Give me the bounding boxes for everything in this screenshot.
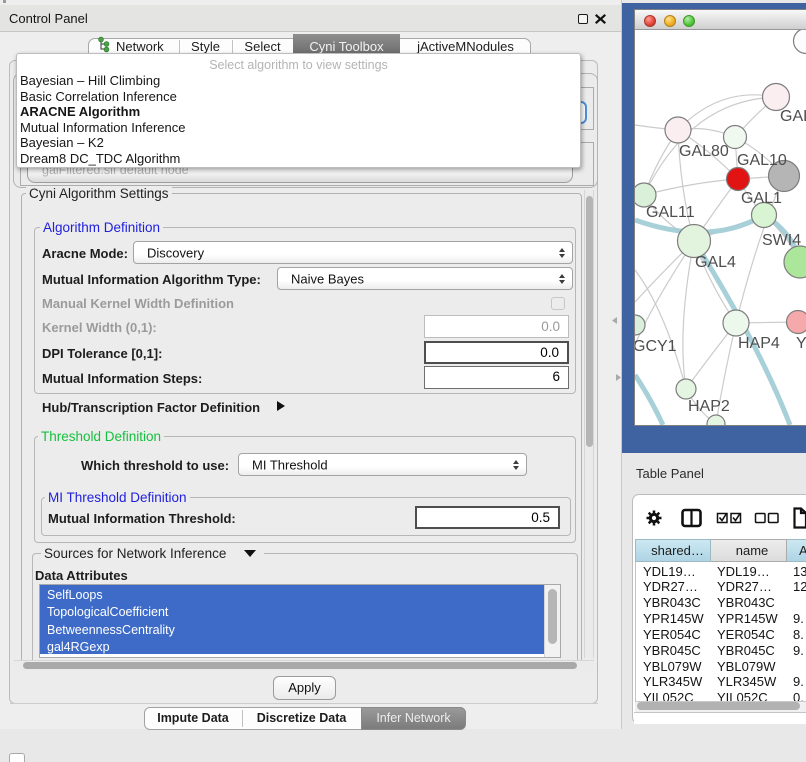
svg-text:GAL7: GAL7 (780, 108, 806, 125)
svg-text:GAL4: GAL4 (695, 254, 736, 271)
svg-text:HAP2: HAP2 (688, 398, 730, 415)
svg-text:YM: YM (796, 335, 806, 352)
svg-text:GAL1: GAL1 (741, 190, 782, 207)
svg-text:GCY1: GCY1 (635, 338, 677, 355)
svg-text:GAL80: GAL80 (679, 143, 729, 160)
svg-text:GAL10: GAL10 (737, 152, 787, 169)
svg-text:GAL11: GAL11 (646, 204, 695, 221)
svg-text:HAP4: HAP4 (738, 335, 780, 352)
svg-text:SWI4: SWI4 (762, 232, 801, 249)
